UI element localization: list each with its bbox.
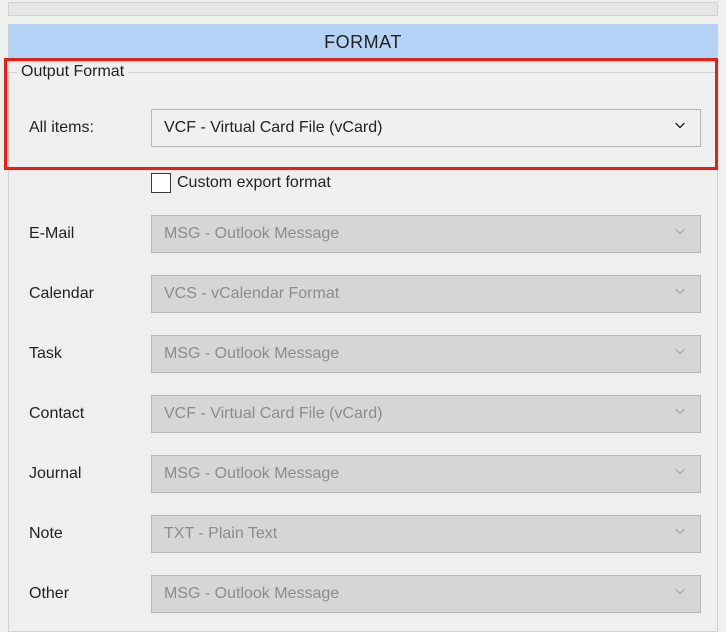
all-items-value: VCF - Virtual Card File (vCard)	[164, 119, 382, 137]
task-dropdown: MSG - Outlook Message	[151, 335, 701, 373]
calendar-row: Calendar VCS - vCalendar Format	[25, 275, 701, 313]
chevron-down-icon	[672, 584, 688, 605]
all-items-label: All items:	[25, 119, 151, 137]
calendar-value: VCS - vCalendar Format	[164, 285, 339, 303]
contact-row: Contact VCF - Virtual Card File (vCard)	[25, 395, 701, 433]
journal-dropdown: MSG - Outlook Message	[151, 455, 701, 493]
chevron-down-icon	[672, 524, 688, 545]
note-row: Note TXT - Plain Text	[25, 515, 701, 553]
journal-label: Journal	[25, 465, 151, 483]
other-label: Other	[25, 585, 151, 603]
chevron-down-icon	[672, 404, 688, 425]
custom-export-checkbox[interactable]	[151, 173, 171, 193]
note-label: Note	[25, 525, 151, 543]
journal-row: Journal MSG - Outlook Message	[25, 455, 701, 493]
chevron-down-icon	[672, 344, 688, 365]
email-row: E-Mail MSG - Outlook Message	[25, 215, 701, 253]
group-legend: Output Format	[17, 63, 128, 81]
note-value: TXT - Plain Text	[164, 525, 277, 543]
other-value: MSG - Outlook Message	[164, 585, 339, 603]
email-dropdown: MSG - Outlook Message	[151, 215, 701, 253]
all-items-row: All items: VCF - Virtual Card File (vCar…	[25, 109, 701, 147]
section-header-title: FORMAT	[324, 32, 402, 53]
task-label: Task	[25, 345, 151, 363]
output-format-group: Output Format All items: VCF - Virtual C…	[8, 72, 718, 632]
chevron-down-icon	[672, 284, 688, 305]
section-header: FORMAT	[8, 24, 718, 60]
chevron-down-icon	[672, 464, 688, 485]
calendar-label: Calendar	[25, 285, 151, 303]
journal-value: MSG - Outlook Message	[164, 465, 339, 483]
email-label: E-Mail	[25, 225, 151, 243]
calendar-dropdown: VCS - vCalendar Format	[151, 275, 701, 313]
contact-value: VCF - Virtual Card File (vCard)	[164, 405, 382, 423]
other-row: Other MSG - Outlook Message	[25, 575, 701, 613]
format-panel: FORMAT Output Format All items: VCF - Vi…	[0, 0, 726, 632]
contact-dropdown: VCF - Virtual Card File (vCard)	[151, 395, 701, 433]
email-value: MSG - Outlook Message	[164, 225, 339, 243]
custom-export-label: Custom export format	[177, 174, 331, 192]
contact-label: Contact	[25, 405, 151, 423]
all-items-dropdown[interactable]: VCF - Virtual Card File (vCard)	[151, 109, 701, 147]
other-dropdown: MSG - Outlook Message	[151, 575, 701, 613]
note-dropdown: TXT - Plain Text	[151, 515, 701, 553]
chevron-down-icon	[672, 118, 688, 139]
task-value: MSG - Outlook Message	[164, 345, 339, 363]
chevron-down-icon	[672, 224, 688, 245]
task-row: Task MSG - Outlook Message	[25, 335, 701, 373]
top-edge-strip	[8, 2, 718, 16]
custom-export-row: Custom export format	[151, 173, 701, 193]
